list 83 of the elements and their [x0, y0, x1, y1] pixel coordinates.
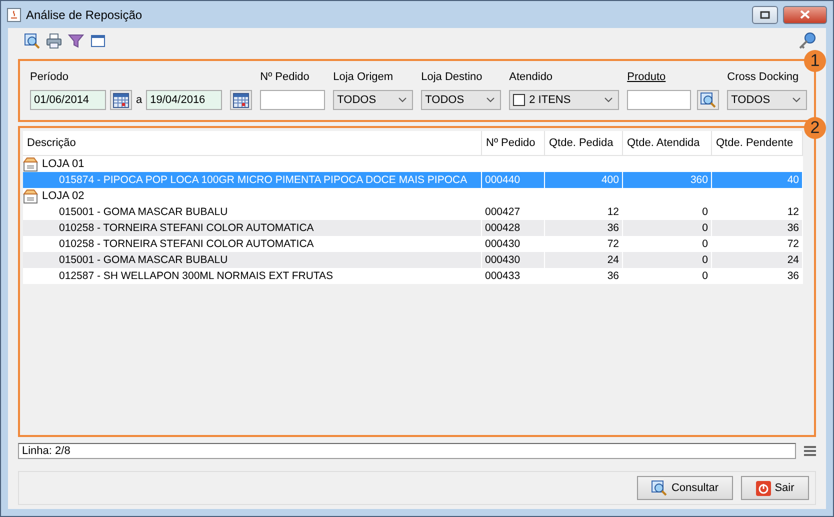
- product-link[interactable]: Produto: [627, 71, 720, 85]
- checkbox[interactable]: [513, 94, 526, 106]
- search-icon: [24, 33, 40, 49]
- table-cell: 24: [712, 252, 803, 268]
- table-cell: 010258 - TORNEIRA STEFANI COLOR AUTOMATICA: [23, 220, 482, 236]
- window-title: Análise de Reposição: [26, 8, 142, 22]
- table-cell: 000430: [482, 236, 545, 252]
- table-cell: 0: [623, 252, 712, 268]
- filter-icon[interactable]: [68, 33, 84, 49]
- consult-button[interactable]: Consultar: [637, 476, 733, 500]
- restore-icon: [760, 10, 770, 18]
- field-label: Nº Pedido: [260, 71, 310, 85]
- power-icon: [756, 480, 771, 496]
- window-icon[interactable]: [90, 33, 106, 49]
- key-icon[interactable]: [798, 32, 816, 50]
- table-cell: 0: [623, 268, 712, 284]
- menu-icon[interactable]: [804, 446, 816, 456]
- table-cell: 360: [623, 172, 712, 188]
- chevron-down-icon: [792, 97, 802, 103]
- table-cell: 015001 - GOMA MASCAR BUBALU: [23, 252, 482, 268]
- table-cell: 000428: [482, 220, 545, 236]
- table-cell: 000430: [482, 252, 545, 268]
- table-cell: 0: [623, 220, 712, 236]
- table-cell: 72: [545, 236, 623, 252]
- calendar-icon: [113, 92, 129, 108]
- table-cell: 12: [712, 204, 803, 220]
- origin-store-dropdown[interactable]: TODOS: [333, 90, 414, 110]
- callout-badge: 2: [804, 117, 826, 139]
- app-icon: [7, 8, 21, 22]
- table-cell: 010258 - TORNEIRA STEFANI COLOR AUTOMATICA: [23, 236, 482, 252]
- product-field[interactable]: [627, 90, 692, 110]
- table-cell: 000433: [482, 268, 545, 284]
- chevron-down-icon: [398, 97, 408, 103]
- table-cell: 400: [545, 172, 623, 188]
- calendar-icon: [233, 92, 250, 108]
- column-header[interactable]: Nº Pedido: [482, 131, 545, 156]
- chevron-down-icon: [604, 97, 614, 103]
- group-label[interactable]: LOJA 01: [42, 158, 84, 170]
- cross-docking-dropdown[interactable]: TODOS: [727, 90, 808, 110]
- table-cell: 000440: [482, 172, 545, 188]
- search-button[interactable]: [697, 90, 720, 110]
- table-cell: 36: [712, 268, 803, 284]
- column-header[interactable]: Qtde. Pendente: [712, 131, 803, 156]
- printer-icon[interactable]: [46, 33, 62, 49]
- destination-store-dropdown[interactable]: TODOS: [421, 90, 502, 110]
- close-icon: [800, 10, 810, 19]
- field-label: Loja Origem: [333, 71, 394, 85]
- field-label: Loja Destino: [421, 71, 484, 85]
- table-cell: 36: [545, 220, 623, 236]
- table-cell: 015001 - GOMA MASCAR BUBALU: [23, 204, 482, 220]
- date-field[interactable]: 01/06/2014: [30, 90, 106, 110]
- table-cell: 0: [623, 204, 712, 220]
- field-label: Atendido: [509, 71, 554, 85]
- column-header[interactable]: Descrição: [23, 131, 482, 156]
- attended-dropdown[interactable]: 2 ITENS: [509, 90, 620, 110]
- close-button[interactable]: [783, 6, 827, 24]
- table-cell: 40: [712, 172, 803, 188]
- table-cell: 24: [545, 252, 623, 268]
- calendar-button[interactable]: [110, 90, 132, 110]
- search-icon: [700, 92, 716, 108]
- chevron-down-icon: [486, 97, 496, 103]
- date-field[interactable]: 19/04/2016: [146, 90, 222, 110]
- field-label: Período: [30, 71, 70, 85]
- search-icon: [651, 480, 668, 496]
- restore-button[interactable]: [752, 6, 778, 24]
- table-cell: 015874 - PIPOCA POP LOCA 100GR MICRO PIMENTA PIPOCA DOCE MAIS PIPOCA: [23, 172, 482, 188]
- field-label: Cross Docking: [727, 71, 800, 85]
- table-cell: 36: [545, 268, 623, 284]
- column-header[interactable]: Qtde. Atendida: [623, 131, 712, 156]
- exit-button[interactable]: Sair: [741, 476, 809, 500]
- group-label[interactable]: LOJA 02: [42, 190, 84, 202]
- calendar-button[interactable]: [230, 90, 252, 110]
- table-cell: 000427: [482, 204, 545, 220]
- range-separator: a: [136, 94, 142, 106]
- status-bar: Linha: 2/8: [18, 443, 796, 459]
- order-number-field[interactable]: [260, 90, 326, 110]
- callout-badge: 1: [804, 50, 826, 72]
- column-header[interactable]: Qtde. Pedida: [545, 131, 623, 156]
- table-cell: 12: [545, 204, 623, 220]
- table-cell: 36: [712, 220, 803, 236]
- table-cell: 012587 - SH WELLAPON 300ML NORMAIS EXT FRUTAS: [23, 268, 482, 284]
- table-cell: 0: [623, 236, 712, 252]
- table-cell: 72: [712, 236, 803, 252]
